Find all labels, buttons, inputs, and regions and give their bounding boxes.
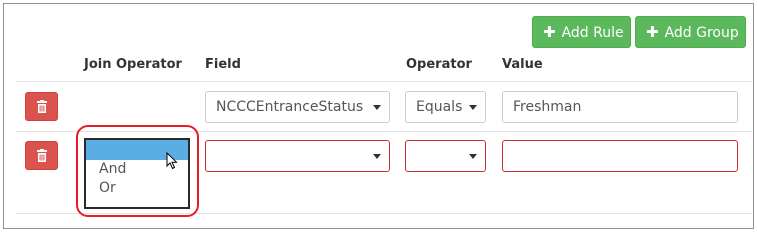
join-option-or[interactable]: Or [86, 179, 188, 198]
row-divider [16, 81, 752, 82]
field-select-value: NCCCEntranceStatus [216, 99, 364, 115]
column-header-field: Field [205, 57, 241, 72]
caret-down-icon [373, 154, 381, 159]
value-input[interactable]: Freshman [502, 91, 738, 123]
value-input-text: Freshman [513, 99, 582, 115]
caret-down-icon [469, 105, 477, 110]
operator-select[interactable] [405, 140, 486, 172]
field-select[interactable] [205, 140, 390, 172]
delete-rule-button[interactable] [25, 141, 58, 170]
add-group-button[interactable]: ✚ Add Group [635, 16, 746, 48]
caret-down-icon [373, 105, 381, 110]
operator-select[interactable]: Equals [405, 91, 486, 123]
column-header-operator: Operator [406, 57, 472, 72]
mouse-cursor-icon [166, 152, 178, 170]
plus-icon: ✚ [646, 23, 659, 41]
operator-select-value: Equals [416, 99, 463, 115]
value-input[interactable] [502, 140, 738, 172]
add-rule-label: Add Rule [561, 25, 624, 41]
column-header-value: Value [502, 57, 543, 72]
plus-icon: ✚ [543, 23, 556, 41]
field-select[interactable]: NCCCEntranceStatus [205, 91, 390, 123]
caret-down-icon [469, 154, 477, 159]
add-group-label: Add Group [664, 25, 739, 41]
join-operator-listbox[interactable]: And Or [84, 138, 190, 209]
trash-icon [37, 149, 47, 162]
trash-icon [37, 100, 47, 113]
delete-rule-button[interactable] [25, 92, 58, 121]
add-rule-button[interactable]: ✚ Add Rule [532, 16, 631, 48]
column-header-join-operator: Join Operator [84, 57, 182, 72]
